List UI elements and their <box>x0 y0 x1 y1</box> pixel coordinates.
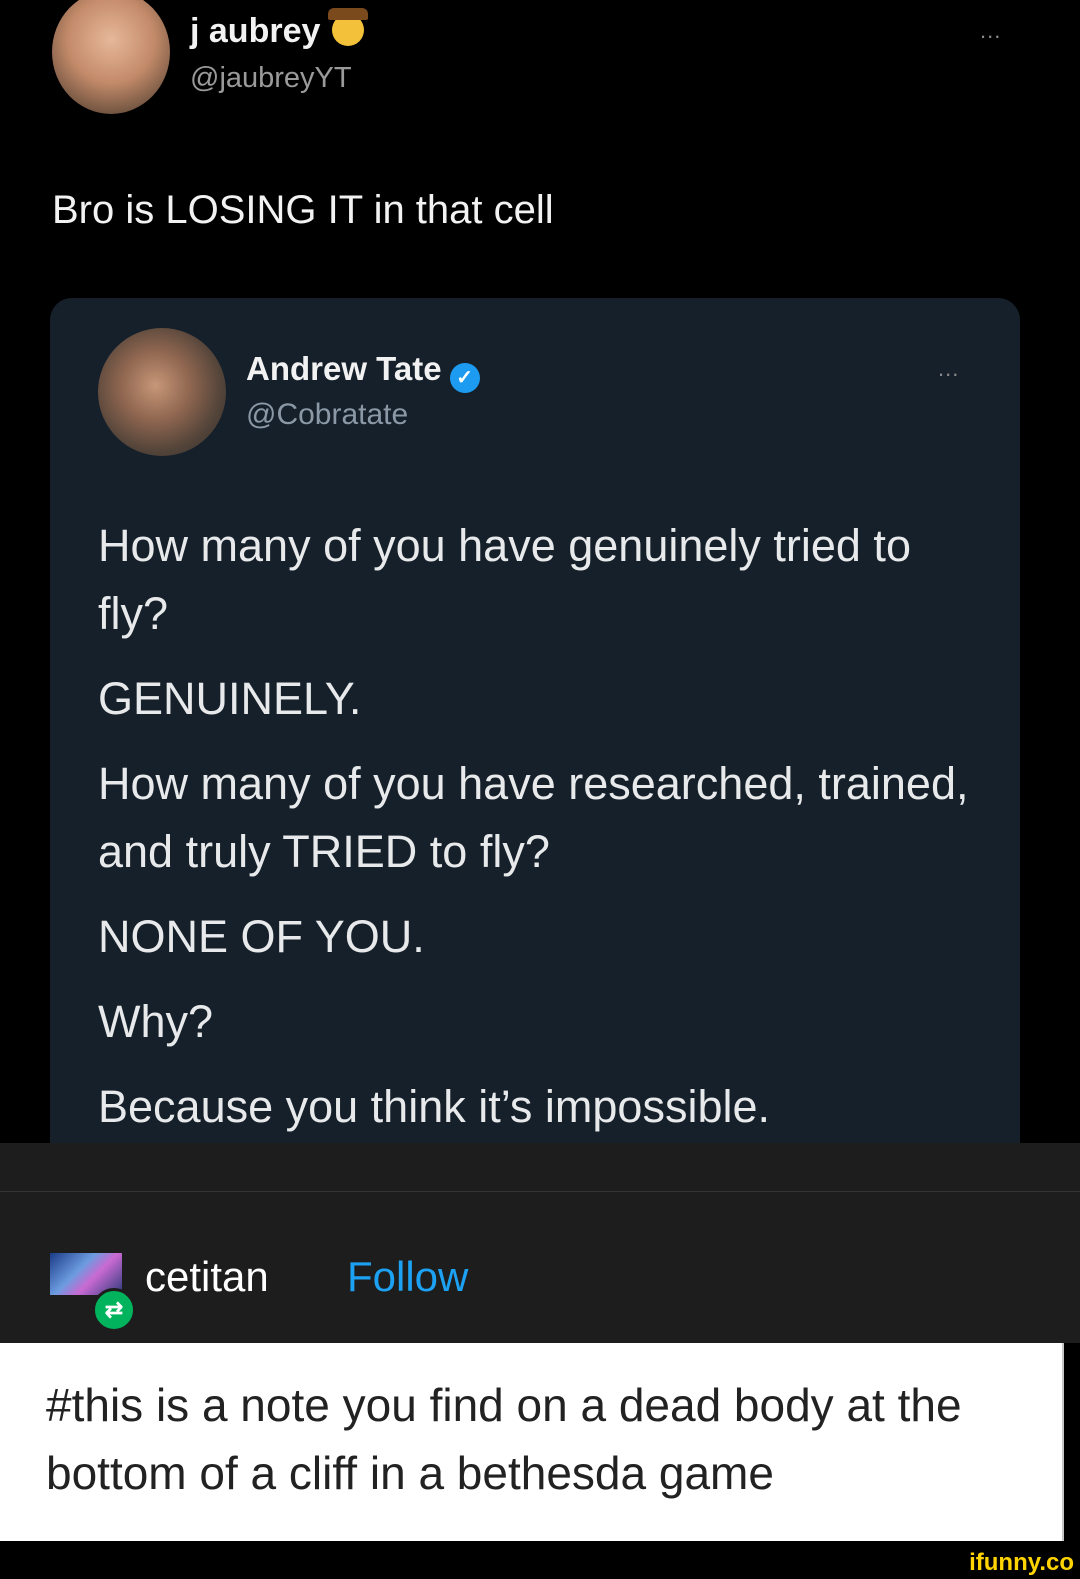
bottom-strip: ifunny.co <box>0 1541 1080 1579</box>
ifunny-watermark: ifunny.co <box>969 1549 1074 1576</box>
verified-badge-icon: ✓ <box>449 363 480 393</box>
quoted-tweet-body: How many of you have genuinely tried to … <box>98 512 978 1158</box>
quoted-line: GENUINELY. <box>98 673 362 724</box>
divider <box>0 1191 1080 1192</box>
tweet-text: Bro is LOSING IT in that cell <box>52 188 554 232</box>
tag-text[interactable]: #this is a note you find on a dead body … <box>46 1371 1026 1507</box>
quoted-avatar[interactable] <box>98 328 226 456</box>
quoted-line: NONE OF YOU. <box>98 911 425 962</box>
follow-button[interactable]: Follow <box>347 1253 468 1301</box>
more-options-icon[interactable]: ... <box>980 18 1001 44</box>
tumblr-reblog-header: ⇄ cetitan Follow <box>0 1143 1080 1343</box>
display-name[interactable]: j aubrey <box>190 8 369 51</box>
reblog-icon: ⇄ <box>92 1288 136 1332</box>
avatar[interactable] <box>52 0 170 114</box>
quoted-line: Because you think it’s impossible. <box>98 1081 771 1132</box>
quoted-handle: @Cobratate <box>246 398 409 431</box>
quoted-line: Why? <box>98 996 214 1047</box>
quoted-display-name[interactable]: Andrew Tate ✓ <box>246 350 480 393</box>
quoted-line: How many of you have researched, trained… <box>98 758 969 877</box>
outer-tweet: j aubrey @jaubreyYT ... Bro is LOSING IT… <box>0 0 1080 1178</box>
quoted-line: How many of you have genuinely tried to … <box>98 520 911 639</box>
quoted-tweet[interactable]: Andrew Tate ✓ @Cobratate ... How many of … <box>50 298 1020 1178</box>
handle: @jaubreyYT <box>190 62 352 94</box>
quoted-more-options-icon[interactable]: ... <box>938 356 959 382</box>
cowboy-emoji-icon <box>328 8 369 46</box>
display-name-text: j aubrey <box>190 12 321 50</box>
tumblr-username[interactable]: cetitan <box>145 1253 269 1301</box>
quoted-display-name-text: Andrew Tate <box>246 350 442 387</box>
tags-area: #this is a note you find on a dead body … <box>0 1343 1064 1541</box>
